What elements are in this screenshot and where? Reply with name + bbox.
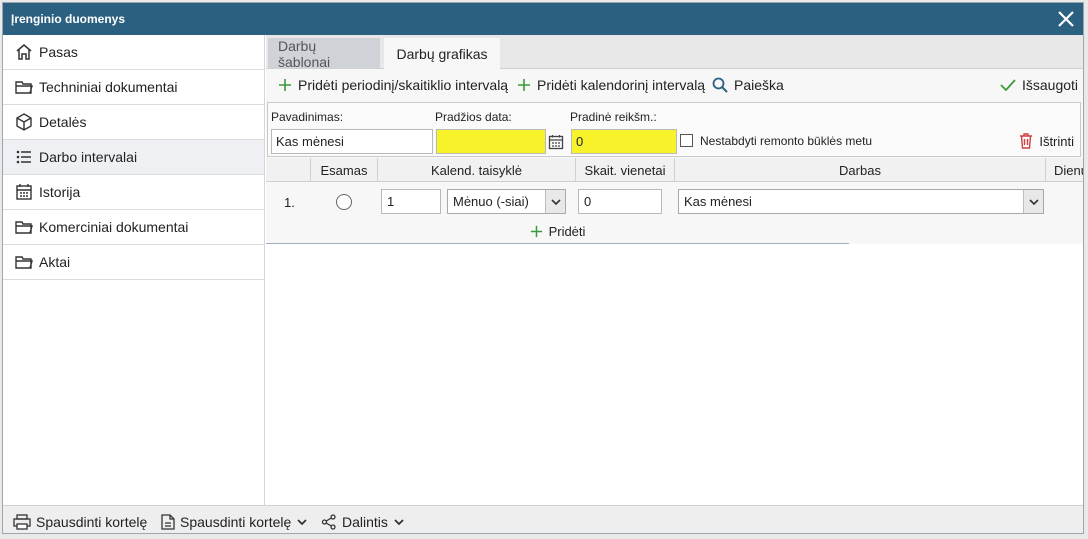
work-value: Kas mėnesi	[684, 194, 752, 209]
printer-icon	[13, 514, 31, 530]
sidebar-item-label: Istorija	[39, 184, 81, 200]
sidebar-item-label: Komerciniai dokumentai	[39, 219, 189, 235]
list-icon	[15, 148, 33, 166]
add-row-label: Pridėti	[548, 224, 586, 239]
share-icon	[321, 514, 336, 530]
esamas-radio[interactable]	[336, 194, 352, 210]
sidebar-item-label: Darbo intervalai	[39, 149, 138, 165]
sidebar-item-pasas[interactable]: Pasas	[3, 35, 264, 70]
grid-header-dienu[interactable]: Dienu	[1046, 158, 1083, 182]
tab-bar: Darbų šablonai Darbų grafikas	[266, 35, 1083, 70]
sidebar-item-darbo-intervalai[interactable]: Darbo intervalai	[3, 140, 264, 175]
work-select[interactable]: Kas mėnesi	[678, 189, 1044, 214]
calendar-icon	[15, 183, 33, 201]
plus-icon	[530, 225, 542, 238]
grid-header-esamas[interactable]: Esamas	[311, 158, 378, 182]
add-calendar-label: Pridėti kalendorinį intervalą	[537, 77, 706, 93]
home-icon	[15, 43, 33, 61]
chevron-down-icon	[1023, 190, 1043, 213]
box-icon	[15, 113, 33, 131]
print-card-label: Spausdinti kortelę	[36, 514, 148, 530]
share-label: Dalintis	[342, 514, 388, 530]
grid-header: Esamas Kalend. taisyklė Skait. vienetai …	[266, 158, 1083, 182]
sidebar-item-komerciniai-dokumentai[interactable]: Komerciniai dokumentai	[3, 210, 264, 245]
sidebar: Pasas Techniniai dokumentai Detalės Darb…	[3, 35, 265, 505]
grid-header-num	[266, 158, 311, 182]
save-label: Išsaugoti	[1022, 77, 1079, 93]
window-title: Įrenginio duomenys	[11, 12, 126, 26]
main-panel: Darbų šablonai Darbų grafikas Pridėti pe…	[266, 35, 1083, 505]
footer-bar: Spausdinti kortelę Spausdinti kortelę Da…	[3, 505, 1083, 533]
add-periodic-interval-button[interactable]: Pridėti periodinį/skaitiklio intervalą	[278, 77, 508, 93]
toolbar: Pridėti periodinį/skaitiklio intervalą P…	[266, 69, 1083, 101]
print-card-button[interactable]: Spausdinti kortelę	[13, 514, 147, 530]
chevron-down-icon	[545, 190, 565, 213]
plus-icon	[279, 79, 291, 91]
delete-button[interactable]: Ištrinti	[1019, 133, 1074, 149]
trash-icon	[1020, 133, 1033, 149]
start-date-input[interactable]	[436, 129, 546, 154]
share-button[interactable]: Dalintis	[321, 514, 404, 530]
sidebar-item-istorija[interactable]: Istorija	[3, 175, 264, 210]
title-bar: Įrenginio duomenys	[3, 3, 1083, 35]
rule-unit-value: Mėnuo (-siai)	[453, 194, 529, 209]
search-label: Paieška	[734, 77, 784, 93]
folder-icon	[15, 218, 33, 236]
sidebar-item-aktai[interactable]: Aktai	[3, 245, 264, 280]
grid-header-kalend[interactable]: Kalend. taisyklė	[378, 158, 576, 182]
rule-value-input[interactable]	[381, 189, 441, 214]
initial-value-input[interactable]	[571, 129, 677, 154]
search-icon	[712, 77, 728, 93]
sidebar-item-label: Detalės	[39, 114, 87, 130]
sidebar-item-techniniai-dokumentai[interactable]: Techniniai dokumentai	[3, 70, 264, 105]
no-stop-checkbox[interactable]	[680, 134, 693, 147]
dialog-window: Įrenginio duomenys Pasas Techniniai doku…	[2, 2, 1084, 534]
start-date-label: Pradžios data:	[435, 110, 512, 124]
rule-unit-select[interactable]: Mėnuo (-siai)	[447, 189, 566, 214]
check-icon	[1000, 79, 1016, 92]
tab-darbu-grafikas[interactable]: Darbų grafikas	[384, 38, 500, 69]
document-icon	[161, 514, 175, 530]
no-stop-checkbox-label: Nestabdyti remonto būklės metu	[700, 134, 873, 148]
print-card-menu-button[interactable]: Spausdinti kortelę	[161, 514, 307, 530]
sidebar-item-label: Pasas	[39, 44, 78, 60]
chevron-down-icon	[394, 519, 404, 526]
name-label: Pavadinimas:	[271, 110, 344, 124]
tab-darbu-sablonai[interactable]: Darbų šablonai	[268, 38, 380, 70]
filter-panel: Pavadinimas: Pradžios data: Pradinė reik…	[267, 102, 1081, 157]
add-periodic-label: Pridėti periodinį/skaitiklio intervalą	[298, 77, 509, 93]
row-number: 1.	[284, 195, 295, 210]
search-button[interactable]: Paieška	[712, 77, 784, 93]
calendar-icon[interactable]	[546, 130, 566, 153]
save-button[interactable]: Išsaugoti	[1000, 77, 1078, 93]
plus-icon	[518, 79, 530, 91]
folder-icon	[15, 78, 33, 96]
table-row: 1. Mėnuo (-siai) Kas mėnesi	[266, 183, 1083, 219]
grid-header-units[interactable]: Skait. vienetai	[576, 158, 675, 182]
grid-header-darbas[interactable]: Darbas	[675, 158, 1046, 182]
content-area	[266, 244, 1083, 505]
folder-icon	[15, 253, 33, 271]
sidebar-item-label: Aktai	[39, 254, 71, 270]
units-input[interactable]	[578, 189, 662, 214]
sidebar-item-detales[interactable]: Detalės	[3, 105, 264, 140]
add-calendar-interval-button[interactable]: Pridėti kalendorinį intervalą	[517, 77, 705, 93]
initial-value-label: Pradinė reikšm.:	[570, 110, 657, 124]
delete-label: Ištrinti	[1039, 133, 1074, 149]
close-icon[interactable]	[1055, 8, 1077, 30]
chevron-down-icon	[297, 519, 307, 526]
sidebar-item-label: Techniniai dokumentai	[39, 79, 178, 95]
add-row-button[interactable]: Pridėti	[266, 220, 849, 244]
print-card-menu-label: Spausdinti kortelę	[180, 514, 292, 530]
name-input[interactable]	[271, 129, 433, 154]
